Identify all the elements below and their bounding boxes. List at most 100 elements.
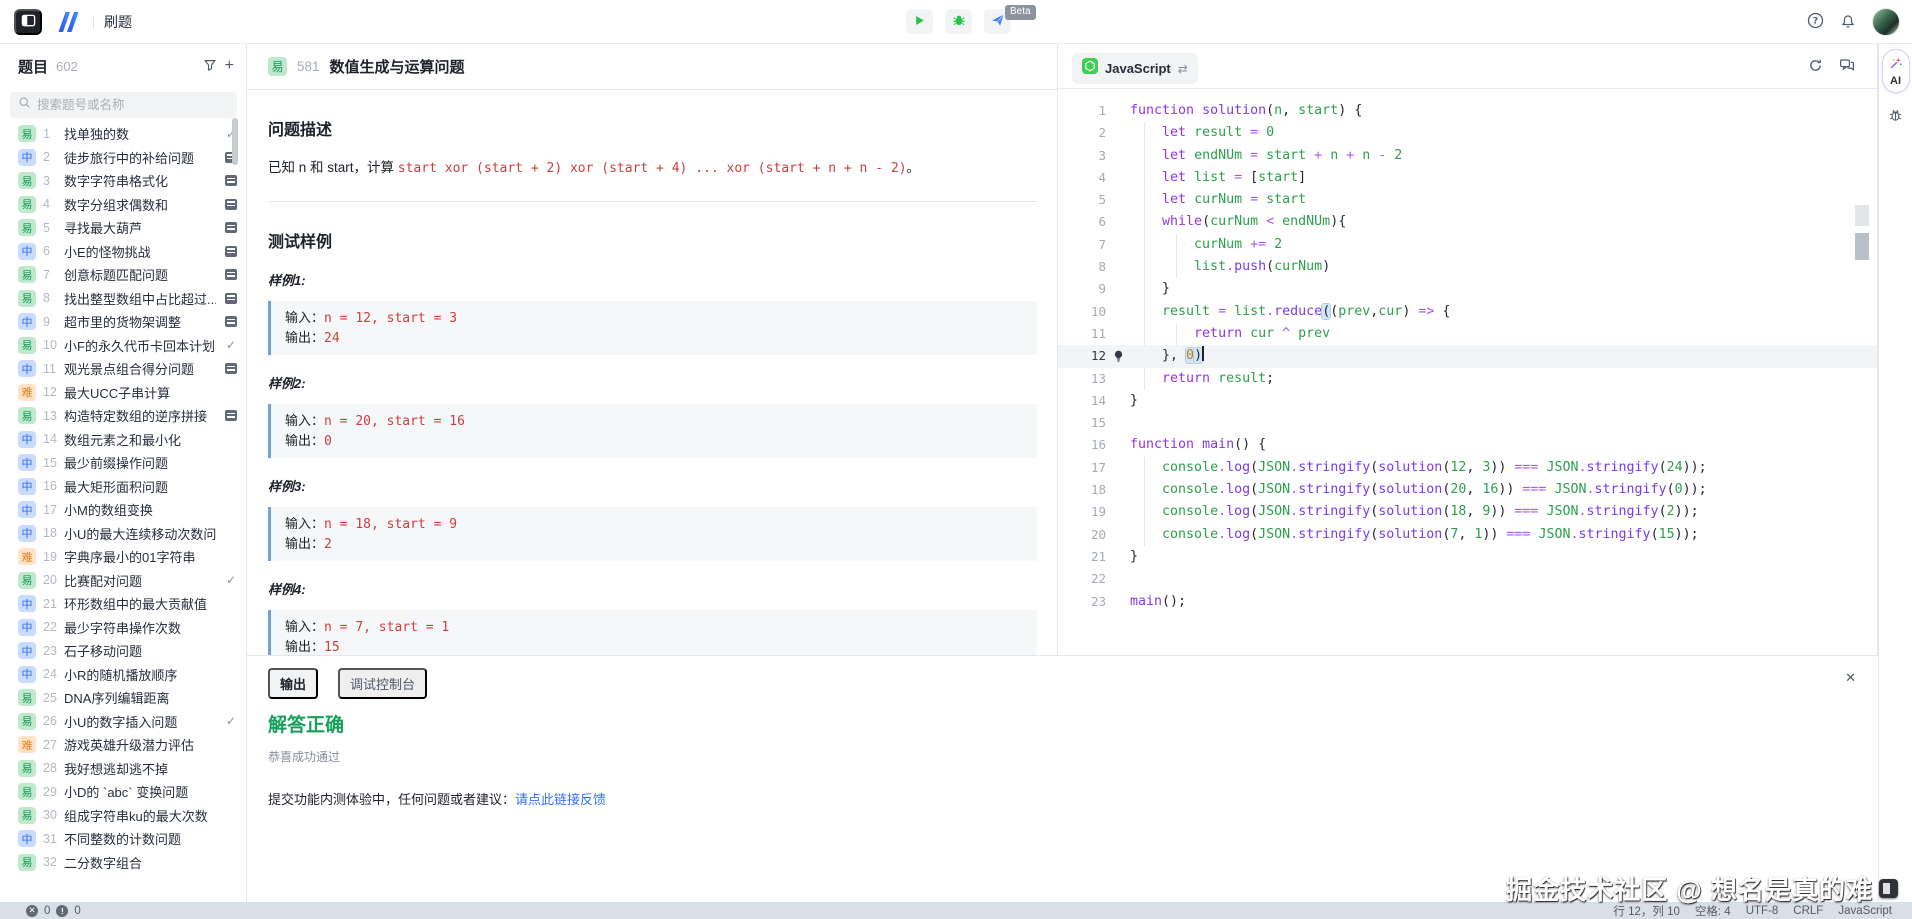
difficulty-badge: 难 [18, 384, 36, 401]
feedback-link[interactable]: 请点此链接反馈 [515, 792, 606, 807]
editor-scrollbar-thumb[interactable] [1855, 233, 1869, 260]
problem-list-item[interactable]: 难27游戏英雄升级潜力评估 [0, 733, 247, 757]
problem-name: 小M的数组变换 [64, 500, 216, 519]
code-text: console.log(JSON.stringify(solution(7, 1… [1130, 524, 1877, 546]
problem-list-item[interactable]: 易26小U的数字插入问题✓ [0, 710, 247, 734]
problem-list-item[interactable]: 中22最少字符串操作次数 [0, 616, 247, 640]
problem-list-item[interactable]: 易10小F的永久代币卡回本计划✓ [0, 334, 247, 358]
problem-list-item[interactable]: 中2徒步旅行中的补给问题 [0, 146, 247, 170]
report-bug-button[interactable] [1888, 107, 1903, 126]
code-line[interactable]: 3 let endNUm = start + n + n - 2 [1058, 145, 1877, 167]
code-line[interactable]: 18 console.log(JSON.stringify(solution(2… [1058, 479, 1877, 501]
ai-assistant-button[interactable]: AI [1882, 49, 1910, 93]
problem-list-item[interactable]: 中24小R的随机播放顺序 [0, 663, 247, 687]
problem-list-item[interactable]: 易1找单独的数✓ [0, 122, 247, 146]
problem-list-item[interactable]: 中15最少前缀操作问题 [0, 451, 247, 475]
problem-list-item[interactable]: 中23石子移动问题 [0, 639, 247, 663]
code-line[interactable]: 7 curNum += 2 [1058, 234, 1877, 256]
problem-number: 15 [43, 456, 57, 470]
problem-list-item[interactable]: 易4数字分组求偶数和 [0, 193, 247, 217]
help-button[interactable]: ? [1807, 12, 1824, 32]
problem-name: 构造特定数组的逆序拼接 [64, 406, 216, 425]
problem-list-item[interactable]: 中21环形数组中的最大贡献值 [0, 592, 247, 616]
switch-language-icon[interactable]: ⇄ [1178, 62, 1188, 76]
code-line[interactable]: 15 [1058, 412, 1877, 434]
lightbulb-icon[interactable] [1106, 345, 1130, 367]
close-output-button[interactable]: ✕ [1845, 670, 1856, 686]
code-line[interactable]: 4 let list = [start] [1058, 167, 1877, 189]
problem-list-item[interactable]: 易13构造特定数组的逆序拼接 [0, 404, 247, 428]
problem-list-item[interactable]: 易25DNA序列编辑距离 [0, 686, 247, 710]
problem-list-item[interactable]: 易20比赛配对问题✓ [0, 569, 247, 593]
code-line[interactable]: 8 list.push(curNum) [1058, 256, 1877, 278]
feedback-button[interactable] [1839, 57, 1855, 76]
line-number: 1 [1058, 100, 1106, 122]
problem-list-item[interactable]: 中16最大矩形面积问题 [0, 475, 247, 499]
problem-list-item[interactable]: 中6小E的怪物挑战 [0, 240, 247, 264]
code-line[interactable]: 19 console.log(JSON.stringify(solution(1… [1058, 501, 1877, 523]
code-line[interactable]: 2 let result = 0 [1058, 122, 1877, 144]
editor-scrollbar-thumb[interactable] [1855, 205, 1869, 226]
statusbar-item[interactable]: 行 12，列 10 [1613, 903, 1679, 919]
statusbar-item[interactable]: 空格: 4 [1695, 903, 1731, 919]
errors-icon[interactable]: ✕ [26, 905, 38, 917]
output-tab-debug-console[interactable]: 调试控制台 [338, 668, 427, 699]
language-tab[interactable]: JavaScript ⇄ [1072, 53, 1198, 84]
code-line[interactable]: 12 }, 0) [1058, 345, 1877, 367]
code-line[interactable]: 13 return result; [1058, 368, 1877, 390]
difficulty-badge: 中 [18, 642, 36, 659]
problem-list-item[interactable]: 易3数字字符串格式化 [0, 169, 247, 193]
problem-list-item[interactable]: 中17小M的数组变换 [0, 498, 247, 522]
code-line[interactable]: 9 } [1058, 278, 1877, 300]
problem-number: 17 [43, 503, 57, 517]
code-line[interactable]: 6 while(curNum < endNUm){ [1058, 211, 1877, 233]
result-status: 解答正确 [268, 710, 1878, 737]
problem-list-item[interactable]: 易5寻找最大葫芦 [0, 216, 247, 240]
difficulty-badge: 易 [18, 407, 36, 424]
problem-list-item[interactable]: 易8找出整型数组中占比超过... [0, 287, 247, 311]
problem-list-item[interactable]: 难12最大UCC子串计算 [0, 381, 247, 405]
problem-list-item[interactable]: 易28我好想逃却逃不掉 [0, 757, 247, 781]
search-box[interactable] [10, 92, 237, 118]
debug-button[interactable] [945, 9, 972, 34]
code-line[interactable]: 16function main() { [1058, 434, 1877, 456]
problem-list-item[interactable]: 中9超市里的货物架调整 [0, 310, 247, 334]
problem-list-item[interactable]: 易30组成字符串ku的最大次数 [0, 804, 247, 828]
brand-logo-icon[interactable] [56, 11, 83, 33]
notifications-button[interactable] [1840, 13, 1856, 32]
code-line[interactable]: 11 return cur ^ prev [1058, 323, 1877, 345]
statusbar-item[interactable]: CRLF [1793, 905, 1823, 917]
problem-list-item[interactable]: 中31不同整数的计数问题 [0, 827, 247, 851]
code-line[interactable]: 22 [1058, 568, 1877, 590]
problem-list-item[interactable]: 难19字典序最小的01字符串 [0, 545, 247, 569]
code-line[interactable]: 14} [1058, 390, 1877, 412]
app-root: 刷题 Beta ? [0, 0, 1912, 919]
add-problem-button[interactable]: + [225, 58, 234, 74]
filter-button[interactable] [203, 58, 217, 75]
statusbar-item[interactable]: JavaScript [1838, 905, 1892, 917]
problem-list-item[interactable]: 易32二分数字组合 [0, 851, 247, 875]
statusbar-item[interactable]: UTF-8 [1746, 905, 1779, 917]
code-line[interactable]: 5 let curNum = start [1058, 189, 1877, 211]
problem-list-item[interactable]: 中18小U的最大连续移动次数问题 [0, 522, 247, 546]
code-area[interactable]: 1function solution(n, start) {2 let resu… [1058, 89, 1877, 654]
run-button[interactable] [906, 9, 933, 34]
code-line[interactable]: 17 console.log(JSON.stringify(solution(1… [1058, 457, 1877, 479]
code-line[interactable]: 21} [1058, 546, 1877, 568]
problem-list-item[interactable]: 中11观光景点组合得分问题 [0, 357, 247, 381]
warnings-icon[interactable]: ! [56, 905, 68, 917]
problem-list-item[interactable]: 中14数组元素之和最小化 [0, 428, 247, 452]
reset-code-button[interactable] [1808, 58, 1823, 76]
user-avatar[interactable] [1872, 8, 1900, 36]
code-text: let result = 0 [1130, 122, 1877, 144]
problem-list-item[interactable]: 易7创意标题匹配问题 [0, 263, 247, 287]
code-line[interactable]: 10 result = list.reduce((prev,cur) => { [1058, 301, 1877, 323]
code-line[interactable]: 1function solution(n, start) { [1058, 100, 1877, 122]
sidebar-scrollbar[interactable] [232, 118, 238, 165]
search-input[interactable] [37, 98, 217, 112]
code-line[interactable]: 23main(); [1058, 591, 1877, 613]
problem-list-item[interactable]: 易29小D的 `abc` 变换问题 [0, 780, 247, 804]
output-tab-output[interactable]: 输出 [268, 668, 318, 699]
code-line[interactable]: 20 console.log(JSON.stringify(solution(7… [1058, 524, 1877, 546]
sidebar-toggle-button[interactable] [14, 9, 42, 35]
